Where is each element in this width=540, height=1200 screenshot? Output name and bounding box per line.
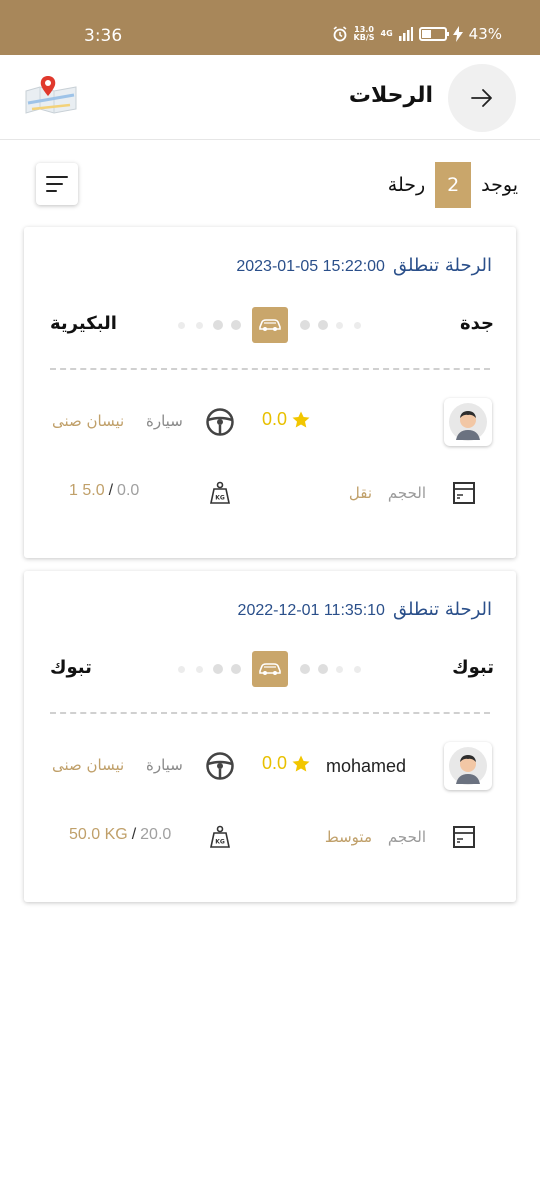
vehicle-value: نيسان صنى: [52, 756, 125, 774]
car-badge: [252, 307, 288, 343]
start-label: الرحلة تنطلق: [392, 255, 492, 276]
arrow-right-icon: [471, 89, 492, 107]
route-line: [178, 651, 364, 687]
alarm-icon: [333, 26, 346, 42]
route-dot: [196, 322, 203, 329]
weight-used: 0.0: [117, 482, 140, 499]
route-dot: [318, 664, 328, 674]
route-dot: [231, 320, 241, 330]
weight-separator: /: [131, 826, 137, 843]
size-value: نقل: [348, 484, 372, 502]
trip-start: الرحلة تنطلق 2023-01-05 15:22:00: [236, 255, 492, 276]
app-header: الرحلات: [0, 55, 540, 140]
from-city: جدة: [460, 313, 494, 334]
dashed-divider: [50, 712, 490, 714]
trip-count-summary: يوجد 2 رحلة: [388, 162, 518, 208]
package-box-icon: [452, 480, 476, 510]
steering-wheel-icon: [205, 751, 235, 785]
to-city: تبوك: [50, 657, 92, 678]
count-prefix: يوجد: [481, 174, 518, 196]
page-title: الرحلات: [348, 83, 433, 108]
signal-icon: [398, 27, 413, 41]
weight-separator: /: [108, 482, 114, 499]
size-label: الحجم: [387, 828, 426, 846]
size-value: متوسط: [324, 828, 372, 846]
route-dot: [300, 664, 310, 674]
start-label: الرحلة تنطلق: [392, 599, 492, 620]
net-speed-unit: KB/S: [353, 33, 375, 42]
battery-icon: [418, 27, 449, 41]
weight-kg-icon: KG: [208, 481, 232, 509]
sort-lines-icon: [46, 176, 68, 192]
count-suffix: رحلة: [387, 174, 426, 196]
weight-capacity: 50.0 KG: [69, 826, 128, 843]
avatar-icon: [449, 747, 487, 785]
net-speed: 13.0 KB/S: [354, 26, 375, 42]
route: تبوك تبوك: [24, 651, 516, 687]
route-line: [178, 307, 364, 343]
route-dot: [196, 666, 203, 673]
battery-percent: 43%: [468, 25, 502, 43]
from-city: تبوك: [452, 657, 494, 678]
dashed-divider: [50, 368, 490, 370]
route-dot: [354, 322, 361, 329]
route-dot: [300, 320, 310, 330]
rating-value: 0.0: [262, 753, 288, 773]
avatar-icon: [449, 403, 487, 441]
route-dot: [231, 664, 241, 674]
svg-text:KG: KG: [215, 495, 225, 502]
route-dot: [336, 322, 343, 329]
weight-capacity: 1 5.0: [69, 482, 105, 499]
route-dot: [178, 666, 185, 673]
package-box-icon: [452, 824, 476, 854]
vehicle-label: سيارة: [146, 756, 183, 774]
trip-count-badge: 2: [435, 162, 472, 208]
car-badge: [252, 651, 288, 687]
trip-card[interactable]: الرحلة تنطلق 2022-12-01 11:35:10 تبوك تب…: [24, 571, 516, 902]
trip-card[interactable]: الرحلة تنطلق 2023-01-05 15:22:00 جدة الب…: [24, 227, 516, 558]
route-dot: [336, 666, 343, 673]
rating-value: 0.0: [262, 409, 288, 429]
driver-rating: 0.0: [262, 753, 311, 774]
steering-wheel-icon: [205, 407, 235, 441]
charging-icon: [452, 26, 463, 42]
svg-text:KG: KG: [215, 839, 225, 846]
star-icon: [292, 755, 310, 771]
network-type: 4G: [380, 29, 393, 38]
status-indicators: 13.0 KB/S 4G 43%: [332, 25, 502, 43]
star-icon: [292, 411, 310, 427]
route-dot: [318, 320, 328, 330]
route-dot: [213, 320, 223, 330]
route-dot: [178, 322, 185, 329]
vehicle-value: نيسان صنى: [52, 412, 125, 430]
route-dot: [354, 666, 361, 673]
driver-rating: 0.0: [262, 409, 311, 430]
trip-start: الرحلة تنطلق 2022-12-01 11:35:10: [238, 599, 492, 620]
driver-avatar[interactable]: [444, 742, 492, 790]
weight-info: 50.0 KG/20.0: [69, 826, 171, 844]
start-datetime: 2023-01-05 15:22:00: [236, 258, 385, 275]
driver-name: mohamed: [325, 756, 406, 776]
start-datetime: 2022-12-01 11:35:10: [237, 602, 385, 619]
size-label: الحجم: [387, 484, 426, 502]
filter-button[interactable]: [36, 163, 78, 205]
vehicle-label: سيارة: [146, 412, 183, 430]
map-pin-icon[interactable]: [24, 73, 78, 119]
car-icon: [259, 663, 281, 675]
car-icon: [259, 319, 281, 331]
status-bar: 3:36 13.0 KB/S 4G 43%: [0, 0, 540, 55]
weight-kg-icon: KG: [208, 825, 232, 853]
weight-info: 1 5.0/0.0: [69, 482, 139, 500]
route-dot: [213, 664, 223, 674]
battery-level: [421, 30, 432, 38]
back-button[interactable]: [448, 64, 516, 132]
driver-avatar[interactable]: [444, 398, 492, 446]
status-time: 3:36: [84, 26, 123, 46]
to-city: البكيرية: [50, 313, 117, 334]
route: جدة البكيرية: [24, 307, 516, 343]
weight-used: 20.0: [140, 826, 172, 843]
